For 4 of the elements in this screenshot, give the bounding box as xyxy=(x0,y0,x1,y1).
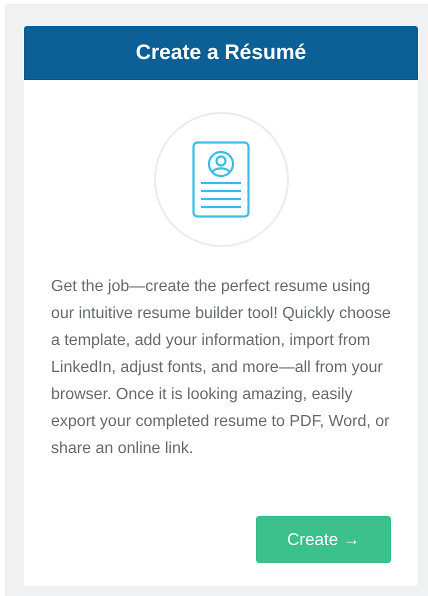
description: Get the job—create the perfect resume using our intuitive resume builder tool! Quickly choose a template, add your information, import from LinkedIn, adjust fonts, and more—all from your browser. Once it is looking amazing, easily export your completed resume to PDF, Word, or share an online link. xyxy=(51,277,391,459)
create-button[interactable]: Create → xyxy=(256,516,391,563)
card-title: Create a Résumé xyxy=(136,40,306,66)
document-icon xyxy=(192,141,250,218)
